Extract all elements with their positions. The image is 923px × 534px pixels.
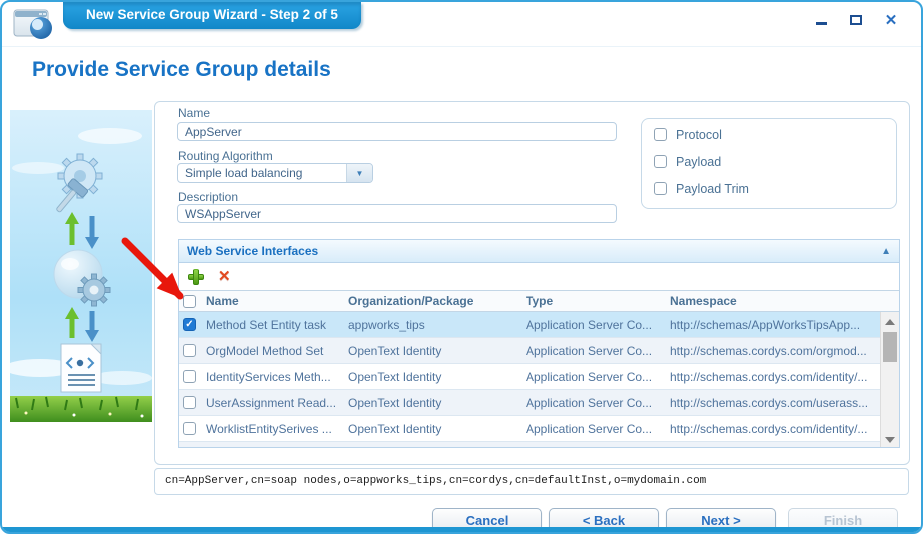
option-label: Payload Trim <box>676 181 749 196</box>
table-row[interactable]: OrgModel Method Set OpenText Identity Ap… <box>179 338 880 364</box>
cell-type: Application Server Co... <box>526 317 653 332</box>
chevron-down-icon[interactable]: ▼ <box>346 164 372 182</box>
cell-organization: OpenText Identity <box>348 343 442 358</box>
checkbox-icon[interactable] <box>654 155 667 168</box>
select-all-checkbox[interactable] <box>183 294 196 308</box>
cell-name: UserAssignment Read... <box>206 395 337 410</box>
window-title: New Service Group Wizard - Step 2 of 5 <box>63 2 361 29</box>
cell-namespace: http://schemas.cordys.com/identity/... <box>670 369 868 384</box>
cell-type: Application Server Co... <box>526 343 653 358</box>
column-header-type[interactable]: Type <box>520 294 664 308</box>
document-icon <box>60 343 102 393</box>
vertical-scrollbar[interactable] <box>880 312 899 447</box>
name-input[interactable] <box>177 122 617 141</box>
cell-type: Application Server Co... <box>526 395 653 410</box>
checkbox-icon[interactable] <box>654 128 667 141</box>
cell-name: WorklistEntitySerives ... <box>206 421 332 436</box>
table-row[interactable]: UserAssignment Read... OpenText Identity… <box>179 390 880 416</box>
cell-organization: OpenText Identity <box>348 421 442 436</box>
cell-organization: OpenText Identity <box>348 369 442 384</box>
checkbox-icon[interactable] <box>654 182 667 195</box>
row-checkbox[interactable] <box>183 344 196 357</box>
description-input[interactable] <box>177 204 617 223</box>
description-label: Description <box>178 190 239 204</box>
cell-namespace: http://schemas/AppWorksTipsApp... <box>670 317 861 332</box>
cell-type: Application Server Co... <box>526 421 653 436</box>
table-toolbar: ✕ <box>179 263 899 290</box>
maximize-icon[interactable] <box>849 13 863 27</box>
cell-name: OrgModel Method Set <box>206 343 324 358</box>
table-header-row: Name Organization/Package Type Namespace <box>179 291 899 312</box>
scrollbar-thumb[interactable] <box>883 332 897 362</box>
cell-type: Application Server Co... <box>526 369 653 384</box>
cell-organization: OpenText Identity <box>348 395 442 410</box>
app-window-icon <box>13 9 52 39</box>
cell-namespace: http://schemas.cordys.com/identity/... <box>670 421 868 436</box>
selected-option: Simple load balancing <box>185 166 303 180</box>
close-icon[interactable]: ✕ <box>884 13 898 28</box>
cell-name: Method Set Entity task <box>206 317 327 332</box>
page-title: Provide Service Group details <box>32 58 331 81</box>
scroll-up-icon[interactable] <box>881 314 899 330</box>
column-header-namespace[interactable]: Namespace <box>664 294 899 308</box>
interfaces-table: Name Organization/Package Type Namespace… <box>179 290 899 447</box>
row-checkbox[interactable] <box>183 396 196 409</box>
dn-status-bar: cn=AppServer,cn=soap nodes,o=appworks_ti… <box>154 468 909 495</box>
wizard-window: New Service Group Wizard - Step 2 of 5 ✕… <box>0 0 923 534</box>
panel-header[interactable]: Web Service Interfaces ▲ <box>179 240 899 263</box>
routing-algorithm-select[interactable]: Simple load balancing ▼ <box>177 163 373 183</box>
form-panel: Name Routing Algorithm Simple load balan… <box>154 101 910 465</box>
row-checkbox[interactable]: ✓ <box>183 318 196 331</box>
panel-title: Web Service Interfaces <box>187 244 319 258</box>
cell-name: IdentityServices Meth... <box>206 369 331 384</box>
web-service-interfaces-panel: Web Service Interfaces ▲ ✕ Name Organiza… <box>178 239 900 448</box>
column-header-name[interactable]: Name <box>200 294 342 308</box>
option-row[interactable]: Protocol <box>642 121 896 148</box>
table-row[interactable]: IdentityServices Meth... OpenText Identi… <box>179 364 880 390</box>
delete-icon[interactable]: ✕ <box>218 269 231 284</box>
option-row[interactable]: Payload <box>642 148 896 175</box>
column-header-organization[interactable]: Organization/Package <box>342 294 520 308</box>
cell-namespace: http://schemas.cordys.com/userass... <box>670 395 869 410</box>
option-row[interactable]: Payload Trim <box>642 175 896 202</box>
cell-namespace: http://schemas.cordys.com/orgmod... <box>670 343 867 358</box>
table-row-partial <box>179 442 880 447</box>
add-icon[interactable] <box>188 268 204 285</box>
table-row[interactable]: ✓ Method Set Entity task appworks_tips A… <box>179 312 880 338</box>
collapse-icon[interactable]: ▲ <box>881 246 891 257</box>
scroll-down-icon[interactable] <box>881 432 899 447</box>
window-bottom-accent <box>2 527 921 532</box>
routing-algorithm-label: Routing Algorithm <box>178 149 273 163</box>
table-row[interactable]: WorklistEntitySerives ... OpenText Ident… <box>179 416 880 442</box>
name-label: Name <box>178 106 211 120</box>
table-body: ✓ Method Set Entity task appworks_tips A… <box>179 312 880 447</box>
options-group: Protocol Payload Payload Trim <box>641 118 897 209</box>
row-checkbox[interactable] <box>183 370 196 383</box>
titlebar: New Service Group Wizard - Step 2 of 5 ✕ <box>2 2 921 47</box>
option-label: Payload <box>676 154 722 169</box>
option-label: Protocol <box>676 127 722 142</box>
minimize-icon[interactable] <box>814 13 828 27</box>
wizard-illustration <box>10 110 152 422</box>
window-controls: ✕ <box>814 13 898 28</box>
row-checkbox[interactable] <box>183 422 196 435</box>
cell-organization: appworks_tips <box>348 317 425 332</box>
